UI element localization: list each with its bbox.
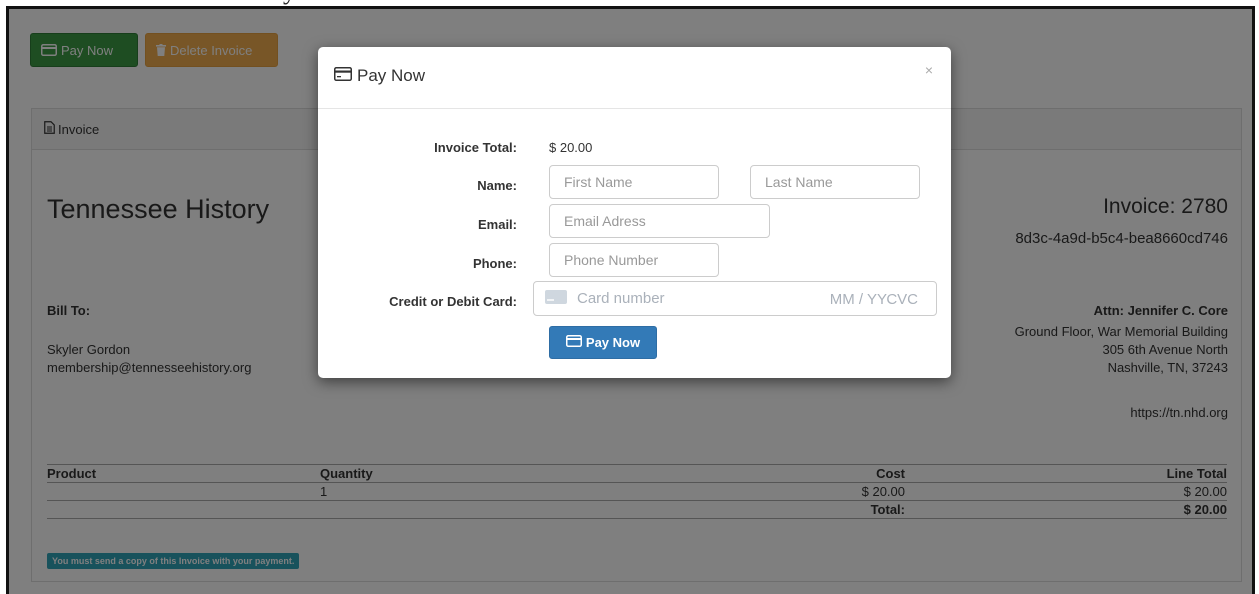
card-input[interactable]: Card number MM / YY CVC [533,281,937,316]
card-cvc-placeholder: CVC [886,291,918,308]
modal-pay-now-label: Pay Now [585,335,641,350]
pay-now-modal: Pay Now × Invoice Total: $ 20.00 Name: F… [318,47,951,378]
browser-frame: Pay Now Delete Invoice Invoice Tennessee… [6,6,1255,594]
credit-card-icon [334,66,352,86]
phone-label: Phone: [472,256,517,271]
name-label: Name: [477,178,517,193]
credit-card-icon [565,335,582,350]
last-name-input[interactable]: Last Name [750,165,920,199]
card-number-placeholder: Card number [577,290,665,307]
modal-title: Pay Now [334,66,425,86]
close-icon[interactable]: × [925,62,933,78]
modal-pay-now-button[interactable]: Pay Now [549,326,657,359]
card-expiry-placeholder: MM / YY [829,291,887,308]
card-placeholder-icon [545,289,567,308]
phone-input[interactable]: Phone Number [549,243,719,277]
email-input[interactable]: Email Adress [549,204,770,238]
modal-header: Pay Now × [318,47,951,109]
card-label: Credit or Debit Card: [389,294,517,309]
modal-title-text: Pay Now [357,66,426,85]
email-label: Email: [477,217,517,232]
invoice-total-label: Invoice Total: [434,140,517,155]
invoice-page: Pay Now Delete Invoice Invoice Tennessee… [9,9,1252,594]
invoice-total-value: $ 20.00 [549,140,593,155]
first-name-input[interactable]: First Name [549,165,719,199]
